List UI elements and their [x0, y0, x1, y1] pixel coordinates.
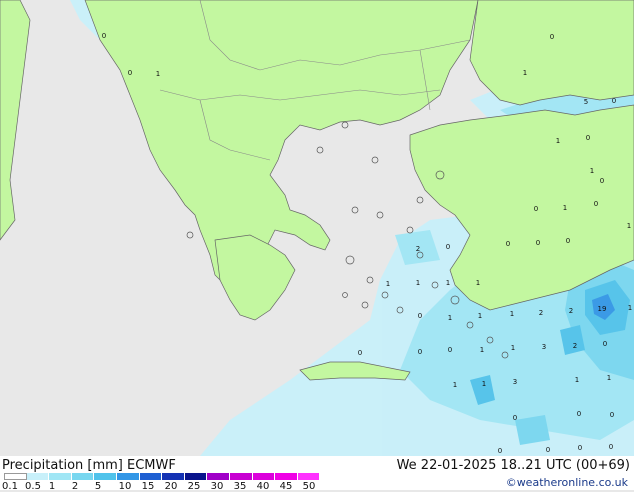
legend-swatch: [49, 473, 72, 480]
precip-value-label: 0: [358, 349, 362, 357]
precip-value-label: 0: [609, 443, 613, 451]
precip-value-label: 0: [418, 348, 422, 356]
legend-tick-label: 10: [118, 481, 132, 492]
precip-value-label: 1: [482, 380, 486, 388]
legend-swatch: [297, 473, 321, 480]
precip-value-label: 1: [480, 346, 484, 354]
legend-tick-label: 45: [279, 481, 293, 492]
legend-swatch: [275, 473, 298, 480]
legend-tick-label: 35: [233, 481, 247, 492]
legend-swatch: [4, 473, 27, 480]
precip-value-label: 1: [556, 137, 560, 145]
precip-value-label: 0: [498, 447, 502, 455]
precip-value-label: 1: [476, 279, 480, 287]
precip-value-label: 1: [590, 167, 594, 175]
precip-value-label: 1: [607, 374, 611, 382]
precip-value-label: 0: [550, 33, 554, 41]
precip-value-label: 0: [594, 200, 598, 208]
precip-value-label: 0: [506, 240, 510, 248]
legend-swatch: [162, 473, 185, 480]
precip-value-label: 2: [569, 307, 573, 315]
precip-value-label: 1: [628, 304, 632, 312]
legend-swatch: [116, 473, 140, 480]
legend-tick-label: 50: [302, 481, 316, 492]
legend-tick-label: 2: [71, 481, 79, 492]
precip-value-label: 0: [546, 446, 550, 454]
precip-value-label: 3: [513, 378, 517, 386]
precipitation-map[interactable]: 0 0 1 0 1 5 0 1 0 1 0 0 1 0 2 0 0 0 0 1 1 1 1 1 0 1 1 1 2 2 19 1 0 0 0 1 1 3 2…: [0, 0, 634, 456]
precip-value-label: 1: [156, 70, 160, 78]
legend-tick-label: 20: [164, 481, 178, 492]
precip-value-label: 0: [566, 237, 570, 245]
precip-value-label: 0: [534, 205, 538, 213]
precip-value-label: 19: [598, 305, 607, 313]
precip-value-label: 0: [603, 340, 607, 348]
precip-value-label: 1: [416, 279, 420, 287]
precip-value-label: 0: [513, 414, 517, 422]
precip-value-label: 2: [573, 342, 577, 350]
precip-value-label: 1: [627, 222, 631, 230]
precip-value-label: 0: [586, 134, 590, 142]
precip-value-label: 0: [577, 410, 581, 418]
precip-value-label: 1: [448, 314, 452, 322]
precip-value-label: 2: [539, 309, 543, 317]
legend-tick-label: 0.5: [25, 481, 41, 492]
precip-value-label: 1: [446, 279, 450, 287]
precip-value-label: 2: [416, 245, 420, 253]
precip-value-label: 0: [610, 411, 614, 419]
legend-swatch: [207, 473, 230, 480]
precip-value-label: 1: [386, 280, 390, 288]
precip-value-label: 1: [478, 312, 482, 320]
precip-value-label: 1: [453, 381, 457, 389]
precip-value-label: 3: [542, 343, 546, 351]
precip-value-label: 1: [510, 310, 514, 318]
legend-tick-label: 5: [94, 481, 102, 492]
precip-value-label: 0: [128, 69, 132, 77]
legend-swatch: [94, 473, 117, 480]
precip-value-label: 0: [446, 243, 450, 251]
precip-value-label: 1: [575, 376, 579, 384]
legend-swatch: [71, 473, 95, 480]
precip-value-label: 0: [600, 177, 604, 185]
legend-swatch: [26, 473, 50, 480]
precip-value-label: 0: [102, 32, 106, 40]
legend-color-scale: [4, 473, 321, 480]
precip-value-label: 5: [584, 98, 588, 106]
legend-swatch: [229, 473, 253, 480]
precip-value-label: 1: [563, 204, 567, 212]
legend-swatch: [252, 473, 276, 480]
legend-tick-label: 1: [48, 481, 56, 492]
legend-tick-label: 30: [210, 481, 224, 492]
legend-tick-label: 40: [256, 481, 270, 492]
precip-value-label: 1: [523, 69, 527, 77]
legend-swatch: [184, 473, 208, 480]
precip-value-label: 0: [612, 97, 616, 105]
map-title: Precipitation [mm] ECMWF: [2, 458, 176, 473]
legend-tick-label: 0.1: [2, 481, 18, 492]
precip-value-label: 1: [511, 344, 515, 352]
credit-link[interactable]: ©weatheronline.co.uk: [506, 476, 628, 489]
forecast-datetime: We 22-01-2025 18..21 UTC (00+69): [396, 458, 630, 473]
footer: Precipitation [mm] ECMWF We 22-01-2025 1…: [0, 456, 634, 492]
precip-value-label: 0: [536, 239, 540, 247]
legend-tick-label: 25: [187, 481, 201, 492]
map-svg: 00 1015 01 0100 1 02 0 0 0 011 1 1 10 1 1 1 2 2 19 10 0 0 1 1 3 2…: [0, 0, 634, 456]
precip-value-label: 0: [448, 346, 452, 354]
legend-tick-label: 15: [141, 481, 155, 492]
legend-swatch: [139, 473, 163, 480]
precip-value-label: 0: [578, 444, 582, 452]
precip-value-label: 0: [418, 312, 422, 320]
land-black-sea-coast: [469, 0, 634, 106]
